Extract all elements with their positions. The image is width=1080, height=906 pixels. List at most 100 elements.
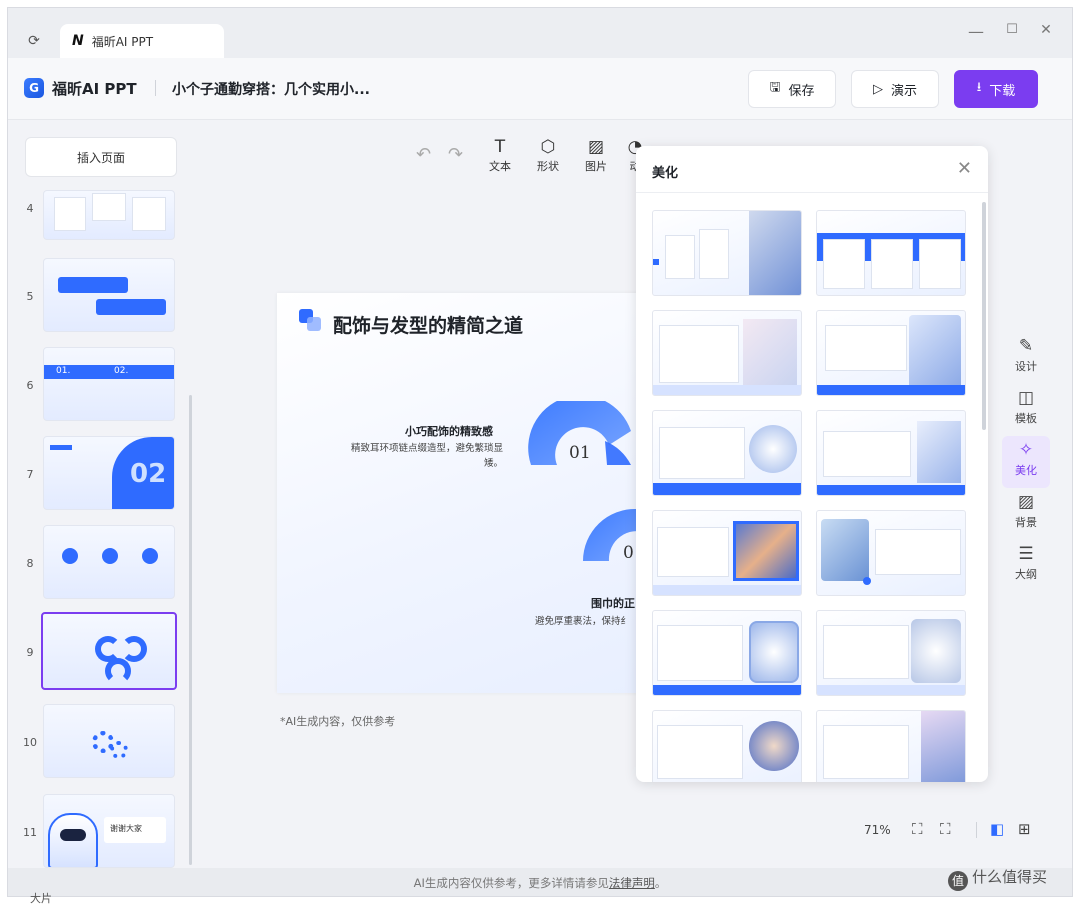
app-header: G 福昕AI PPT 小个子通勤穿搭：几个实用小... 🖫 保存 ▷ 演示 ⭳ … xyxy=(8,58,1072,120)
tpl-band xyxy=(817,385,965,395)
layout-icon: ◫ xyxy=(1017,388,1035,408)
fit-screen-icon[interactable]: ⛶ xyxy=(912,820,923,838)
sidebar-item-template[interactable]: ◫ 模板 xyxy=(1002,384,1050,436)
app-name: 福昕AI PPT xyxy=(52,80,137,98)
template-option[interactable] xyxy=(652,510,802,596)
slide-number: 11 xyxy=(23,826,37,839)
thumb-card xyxy=(92,193,126,221)
thumb-circle xyxy=(62,548,78,564)
tpl-image xyxy=(921,711,965,782)
slide-thumbnail-4[interactable] xyxy=(43,190,175,240)
sidebar-item-background[interactable]: ▨ 背景 xyxy=(1002,488,1050,540)
section-2-title[interactable]: 围巾的正 xyxy=(591,595,635,611)
tool-text[interactable]: T 文本 xyxy=(476,136,524,176)
watermark: 值什么值得买 xyxy=(948,866,1047,891)
zoom-level[interactable]: 71% xyxy=(864,823,891,837)
title-bullet-icon xyxy=(299,309,321,331)
tpl-card xyxy=(659,325,739,383)
tpl-image xyxy=(911,619,961,683)
redo-icon[interactable]: ↷ xyxy=(448,144,463,165)
tab-main[interactable]: N 福昕AI PPT xyxy=(60,24,224,58)
slide-thumbnail-9-selected[interactable] xyxy=(41,612,177,690)
present-button-label: 演示 xyxy=(890,83,917,99)
template-option[interactable] xyxy=(652,410,802,496)
watermark-text: 什么值得买 xyxy=(972,868,1048,886)
sidebar-item-label: 模板 xyxy=(1015,412,1037,425)
document-title[interactable]: 小个子通勤穿搭：几个实用小... xyxy=(172,79,370,99)
zoom-divider xyxy=(976,822,977,838)
tpl-band xyxy=(817,685,965,695)
sidebar-item-outline[interactable]: ☰ 大纲 xyxy=(1002,540,1050,592)
fullscreen-icon[interactable]: ⛶ xyxy=(940,820,951,838)
template-option[interactable] xyxy=(816,410,966,496)
present-button[interactable]: ▷ 演示 xyxy=(851,70,939,108)
beautify-panel-scrollbar[interactable] xyxy=(982,202,986,430)
minimize-icon[interactable]: — xyxy=(966,22,986,41)
download-button[interactable]: ⭳ 下载 xyxy=(954,70,1038,108)
template-option[interactable] xyxy=(816,610,966,696)
app-tab-logo-icon: N xyxy=(72,33,84,49)
section-1-title[interactable]: 小巧配饰的精致感 xyxy=(405,423,493,439)
tpl-band xyxy=(817,485,965,495)
tpl-image xyxy=(749,425,797,473)
template-option[interactable] xyxy=(816,310,966,396)
truncated-text: 大片 xyxy=(30,892,52,905)
tpl-card xyxy=(657,625,743,681)
thumb-card: 谢谢大家 xyxy=(104,817,166,843)
template-option[interactable] xyxy=(652,710,802,782)
tpl-card xyxy=(825,325,907,371)
thumb-block xyxy=(50,445,72,450)
background-icon: ▨ xyxy=(1017,492,1035,512)
slide-title[interactable]: 配饰与发型的精简之道 xyxy=(333,311,523,338)
thumb-label: 谢谢大家 xyxy=(110,824,142,833)
template-option[interactable] xyxy=(816,210,966,296)
tpl-card xyxy=(871,239,913,289)
tpl-band xyxy=(653,483,801,495)
template-option[interactable] xyxy=(816,510,966,596)
maximize-icon[interactable]: ☐ xyxy=(1002,22,1022,37)
tpl-band xyxy=(653,685,801,695)
slide-thumbnail-5[interactable] xyxy=(43,258,175,332)
thumb-circle xyxy=(142,548,158,564)
slide-thumbnail-8[interactable] xyxy=(43,525,175,599)
slide-list-scrollbar[interactable] xyxy=(189,395,192,865)
tpl-card xyxy=(659,427,745,479)
tool-label: 文本 xyxy=(489,160,511,173)
thumb-label: 02 xyxy=(130,459,167,489)
tpl-card xyxy=(699,229,729,279)
tpl-card xyxy=(657,725,743,779)
slide-list-panel: 插入页面 4 5 6 01. 02. 7 02 8 9 10 11 谢谢大家 xyxy=(8,120,192,868)
template-option[interactable] xyxy=(652,310,802,396)
section-2-body[interactable]: 避免厚重裹法，保持纟 xyxy=(535,613,630,627)
tool-shape[interactable]: ⬡ 形状 xyxy=(524,136,572,176)
save-icon: 🖫 xyxy=(769,80,781,95)
template-option[interactable] xyxy=(816,710,966,782)
slide-number: 6 xyxy=(26,379,34,392)
slide-thumbnail-10[interactable] xyxy=(43,704,175,778)
template-option[interactable] xyxy=(652,610,802,696)
slide-thumbnail-6[interactable]: 01. 02. xyxy=(43,347,175,421)
tool-label: 图片 xyxy=(585,160,607,173)
close-window-icon[interactable]: ✕ xyxy=(1036,22,1056,38)
tool-image[interactable]: ▨ 图片 xyxy=(572,136,620,176)
refresh-icon[interactable]: ⟳ xyxy=(26,33,42,49)
save-button[interactable]: 🖫 保存 xyxy=(748,70,836,108)
tpl-image xyxy=(733,521,799,581)
normal-view-icon[interactable]: ◧ xyxy=(990,820,1004,838)
sidebar-item-beautify[interactable]: ✧ 美化 xyxy=(1002,436,1050,488)
template-option[interactable] xyxy=(652,210,802,296)
thumb-card xyxy=(132,197,166,231)
thumb-card xyxy=(54,197,86,231)
close-icon[interactable]: ✕ xyxy=(957,158,972,179)
footer-end: 。 xyxy=(654,876,667,890)
slide-canvas[interactable]: 配饰与发型的精简之道 小巧配饰的精致感 精致耳环项链点缀造型，避免繁琐显矮。 0… xyxy=(277,293,657,693)
insert-page-button[interactable]: 插入页面 xyxy=(25,137,177,177)
sidebar-item-design[interactable]: ✎ 设计 xyxy=(1002,332,1050,384)
grid-view-icon[interactable]: ⊞ xyxy=(1018,820,1031,838)
section-1-body[interactable]: 精致耳环项链点缀造型，避免繁琐显矮。 xyxy=(343,441,503,471)
legal-statement-link[interactable]: 法律声明 xyxy=(609,876,655,890)
slide-thumbnail-7[interactable]: 02 xyxy=(43,436,175,510)
slide-thumbnail-11[interactable]: 谢谢大家 xyxy=(43,794,175,868)
undo-icon[interactable]: ↶ xyxy=(416,144,431,165)
app-window: ⟳ N 福昕AI PPT — ☐ ✕ G 福昕AI PPT 小个子通勤穿搭：几个… xyxy=(7,7,1073,897)
